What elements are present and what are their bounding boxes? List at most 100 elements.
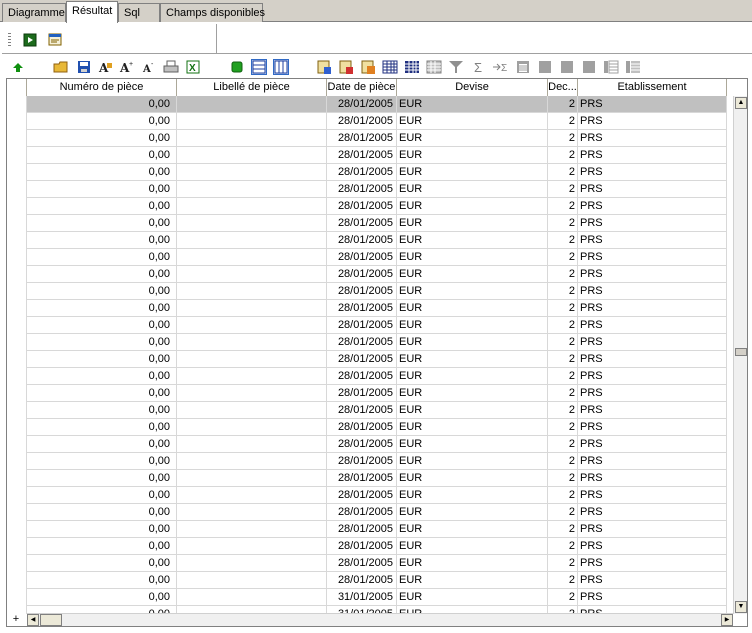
- row-indicator[interactable]: [7, 164, 27, 181]
- row-indicator[interactable]: [7, 453, 27, 470]
- cell-libelle[interactable]: [177, 300, 327, 317]
- cell-libelle[interactable]: [177, 147, 327, 164]
- cell-devise[interactable]: EUR: [397, 538, 548, 555]
- row-indicator[interactable]: [7, 96, 27, 113]
- row-indicator[interactable]: [7, 232, 27, 249]
- cell-libelle[interactable]: [177, 232, 327, 249]
- export-icon[interactable]: Σ: [492, 59, 508, 75]
- cell-devise[interactable]: EUR: [397, 300, 548, 317]
- cell-dec[interactable]: 2: [548, 215, 578, 232]
- cell-etablissement[interactable]: PRS: [578, 164, 727, 181]
- cell-devise[interactable]: EUR: [397, 130, 548, 147]
- cell-dec[interactable]: 2: [548, 470, 578, 487]
- cell-devise[interactable]: EUR: [397, 419, 548, 436]
- table-row[interactable]: 0,0028/01/2005EUR2PRSA: [7, 96, 727, 113]
- cell-numero[interactable]: 0,00: [27, 436, 177, 453]
- cell-devise[interactable]: EUR: [397, 164, 548, 181]
- table-row[interactable]: 0,0028/01/2005EUR2PRSA: [7, 130, 727, 147]
- cell-etablissement[interactable]: PRS: [578, 419, 727, 436]
- table-insert-icon[interactable]: [316, 59, 332, 75]
- cell-libelle[interactable]: [177, 470, 327, 487]
- cell-devise[interactable]: EUR: [397, 198, 548, 215]
- toolbar-grip[interactable]: [8, 33, 11, 47]
- cell-devise[interactable]: EUR: [397, 181, 548, 198]
- cell-devise[interactable]: EUR: [397, 351, 548, 368]
- cell-date[interactable]: 28/01/2005: [327, 487, 397, 504]
- table-row[interactable]: 0,0031/01/2005EUR2PRSA: [7, 589, 727, 606]
- expand-icon[interactable]: +: [9, 613, 23, 626]
- cell-libelle[interactable]: [177, 334, 327, 351]
- cell-numero[interactable]: 0,00: [27, 487, 177, 504]
- table-row[interactable]: 0,0028/01/2005EUR2PRSA: [7, 572, 727, 589]
- row-indicator[interactable]: [7, 283, 27, 300]
- cell-date[interactable]: 28/01/2005: [327, 198, 397, 215]
- row-indicator[interactable]: [7, 436, 27, 453]
- sum-icon[interactable]: Σ: [470, 59, 486, 75]
- scroll-right-icon[interactable]: ▶: [721, 614, 733, 626]
- cell-devise[interactable]: EUR: [397, 249, 548, 266]
- cell-libelle[interactable]: [177, 130, 327, 147]
- row-indicator[interactable]: [7, 147, 27, 164]
- row-indicator[interactable]: [7, 385, 27, 402]
- print-icon[interactable]: [163, 59, 179, 75]
- cell-numero[interactable]: 0,00: [27, 572, 177, 589]
- row-indicator[interactable]: [7, 504, 27, 521]
- row-indicator[interactable]: [7, 572, 27, 589]
- cell-etablissement[interactable]: PRS: [578, 147, 727, 164]
- cell-dec[interactable]: 2: [548, 555, 578, 572]
- row-indicator[interactable]: [7, 300, 27, 317]
- cell-devise[interactable]: EUR: [397, 555, 548, 572]
- table-row[interactable]: 0,0028/01/2005EUR2PRSA: [7, 164, 727, 181]
- row-indicator[interactable]: [7, 215, 27, 232]
- cell-date[interactable]: 28/01/2005: [327, 521, 397, 538]
- cell-numero[interactable]: 0,00: [27, 249, 177, 266]
- row-indicator[interactable]: [7, 368, 27, 385]
- cell-dec[interactable]: 2: [548, 487, 578, 504]
- cell-numero[interactable]: 0,00: [27, 538, 177, 555]
- filter-icon[interactable]: [448, 59, 464, 75]
- tab-sql[interactable]: Sql: [118, 3, 160, 22]
- cell-dec[interactable]: 2: [548, 164, 578, 181]
- scroll-left-icon[interactable]: ◀: [27, 614, 39, 626]
- table-row[interactable]: 0,0028/01/2005EUR2PRSA: [7, 368, 727, 385]
- view-grid-icon[interactable]: [251, 59, 267, 75]
- cell-etablissement[interactable]: PRS: [578, 130, 727, 147]
- table-copy-icon[interactable]: [360, 59, 376, 75]
- grid-gray-icon[interactable]: [426, 59, 442, 75]
- cell-date[interactable]: 28/01/2005: [327, 300, 397, 317]
- cell-dec[interactable]: 2: [548, 351, 578, 368]
- table-row[interactable]: 0,0028/01/2005EUR2PRSA: [7, 232, 727, 249]
- horizontal-scrollbar[interactable]: ◀ ▶: [27, 613, 733, 626]
- cell-libelle[interactable]: [177, 283, 327, 300]
- cell-etablissement[interactable]: PRS: [578, 470, 727, 487]
- run-icon[interactable]: [22, 32, 38, 48]
- table-delete-icon[interactable]: [338, 59, 354, 75]
- row-indicator[interactable]: [7, 181, 27, 198]
- table-row[interactable]: 0,0028/01/2005EUR2PRSA: [7, 504, 727, 521]
- cell-devise[interactable]: EUR: [397, 266, 548, 283]
- table-row[interactable]: 0,0028/01/2005EUR2PRSA: [7, 215, 727, 232]
- cell-etablissement[interactable]: PRS: [578, 521, 727, 538]
- cell-numero[interactable]: 0,00: [27, 164, 177, 181]
- block3-icon[interactable]: [581, 59, 597, 75]
- row-indicator[interactable]: [7, 555, 27, 572]
- cell-numero[interactable]: 0,00: [27, 521, 177, 538]
- cell-etablissement[interactable]: PRS: [578, 96, 727, 113]
- cell-dec[interactable]: 2: [548, 538, 578, 555]
- grid-bold-icon[interactable]: [404, 59, 420, 75]
- row-indicator[interactable]: [7, 419, 27, 436]
- cell-date[interactable]: 28/01/2005: [327, 572, 397, 589]
- table-row[interactable]: 0,0028/01/2005EUR2PRSA: [7, 487, 727, 504]
- column-header-date[interactable]: Date de pièce: [327, 79, 397, 96]
- cell-libelle[interactable]: [177, 572, 327, 589]
- cell-date[interactable]: 28/01/2005: [327, 504, 397, 521]
- cell-date[interactable]: 28/01/2005: [327, 385, 397, 402]
- cell-libelle[interactable]: [177, 385, 327, 402]
- cell-libelle[interactable]: [177, 453, 327, 470]
- row-indicator[interactable]: [7, 521, 27, 538]
- cell-numero[interactable]: 0,00: [27, 232, 177, 249]
- scroll-thumb[interactable]: [735, 348, 747, 356]
- cell-etablissement[interactable]: PRS: [578, 402, 727, 419]
- cell-numero[interactable]: 0,00: [27, 198, 177, 215]
- cell-devise[interactable]: EUR: [397, 470, 548, 487]
